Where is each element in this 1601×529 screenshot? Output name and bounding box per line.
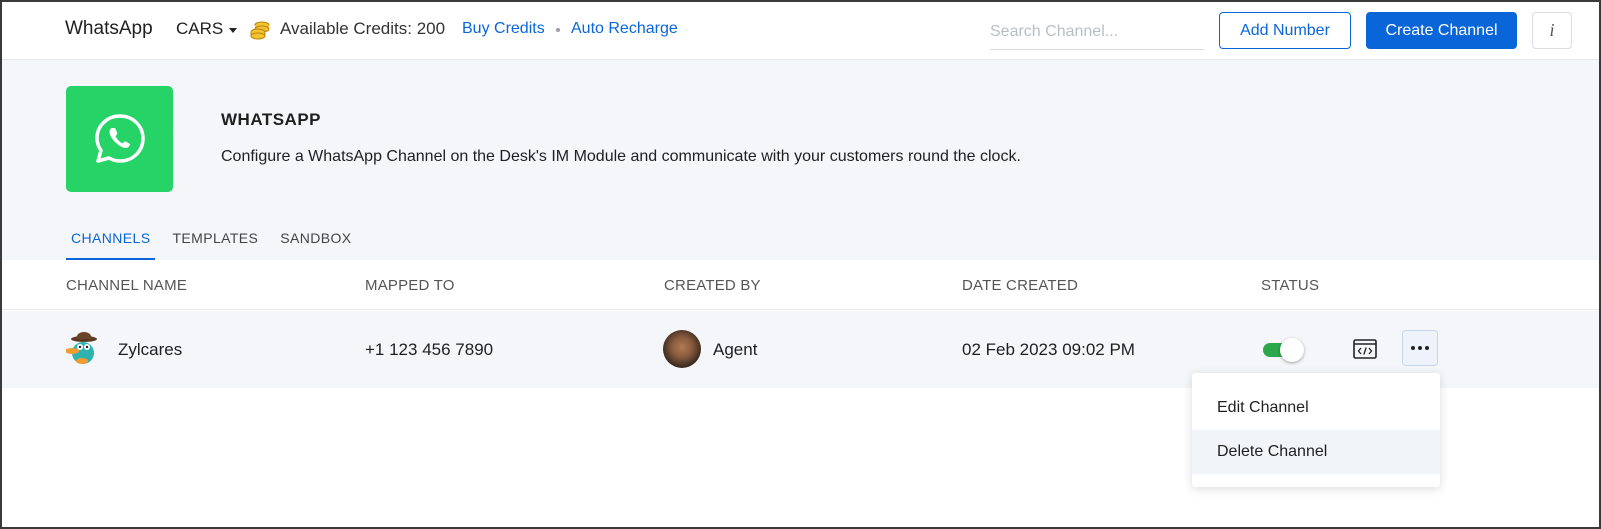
tab-bar: CHANNELS TEMPLATES SANDBOX	[66, 228, 369, 260]
top-bar: WhatsApp CARS Available Credits: 200 Buy…	[2, 2, 1599, 60]
add-number-button[interactable]: Add Number	[1219, 12, 1351, 49]
separator-dot	[556, 28, 560, 32]
tab-channels[interactable]: CHANNELS	[66, 228, 156, 260]
column-header-date-created: DATE CREATED	[962, 277, 1079, 294]
whatsapp-glyph-icon	[94, 114, 145, 163]
channel-intro-panel: WHATSAPP Configure a WhatsApp Channel on…	[2, 60, 1599, 260]
table-header: CHANNEL NAME MAPPED TO CREATED BY DATE C…	[2, 260, 1599, 310]
more-dot-icon	[1418, 346, 1422, 350]
agent-avatar	[663, 330, 701, 368]
channel-name: Zylcares	[118, 340, 183, 359]
mapped-to-number: +1 123 456 7890	[365, 340, 494, 359]
available-credits: Available Credits: 200	[280, 19, 446, 38]
more-dot-icon	[1411, 346, 1415, 350]
column-header-channel-name: CHANNEL NAME	[66, 277, 188, 294]
code-embed-icon[interactable]	[1353, 339, 1377, 359]
whatsapp-logo-icon	[66, 86, 173, 192]
search-channel-input[interactable]	[990, 14, 1204, 50]
column-header-mapped-to: MAPPED TO	[365, 277, 455, 294]
page-description: Configure a WhatsApp Channel on the Desk…	[221, 148, 1021, 165]
column-header-status: STATUS	[1261, 277, 1320, 294]
more-dot-icon	[1425, 346, 1429, 350]
coins-icon	[250, 21, 270, 40]
column-header-created-by: CREATED BY	[664, 277, 761, 294]
tab-sandbox[interactable]: SANDBOX	[275, 228, 356, 260]
create-channel-button[interactable]: Create Channel	[1366, 12, 1517, 49]
app-frame: WhatsApp CARS Available Credits: 200 Buy…	[0, 0, 1601, 529]
status-toggle[interactable]	[1263, 337, 1305, 362]
row-actions-menu: Edit Channel Delete Channel	[1192, 373, 1440, 487]
auto-recharge-link[interactable]: Auto Recharge	[571, 20, 678, 38]
org-switcher[interactable]: CARS	[176, 19, 238, 39]
date-created: 02 Feb 2023 09:02 PM	[962, 340, 1135, 359]
edit-channel-menu-item[interactable]: Edit Channel	[1192, 386, 1440, 430]
tab-templates[interactable]: TEMPLATES	[167, 228, 263, 260]
caret-down-icon	[229, 27, 238, 33]
created-by-name: Agent	[713, 340, 758, 359]
org-name: CARS	[176, 19, 224, 38]
delete-channel-menu-item[interactable]: Delete Channel	[1192, 430, 1440, 474]
info-button[interactable]: i	[1532, 12, 1572, 49]
buy-credits-link[interactable]: Buy Credits	[462, 20, 545, 38]
page-title: WHATSAPP	[221, 110, 322, 129]
app-title: WhatsApp	[65, 18, 153, 39]
more-options-button[interactable]	[1402, 330, 1438, 366]
toggle-knob	[1280, 338, 1304, 362]
channel-avatar-icon	[66, 332, 97, 364]
